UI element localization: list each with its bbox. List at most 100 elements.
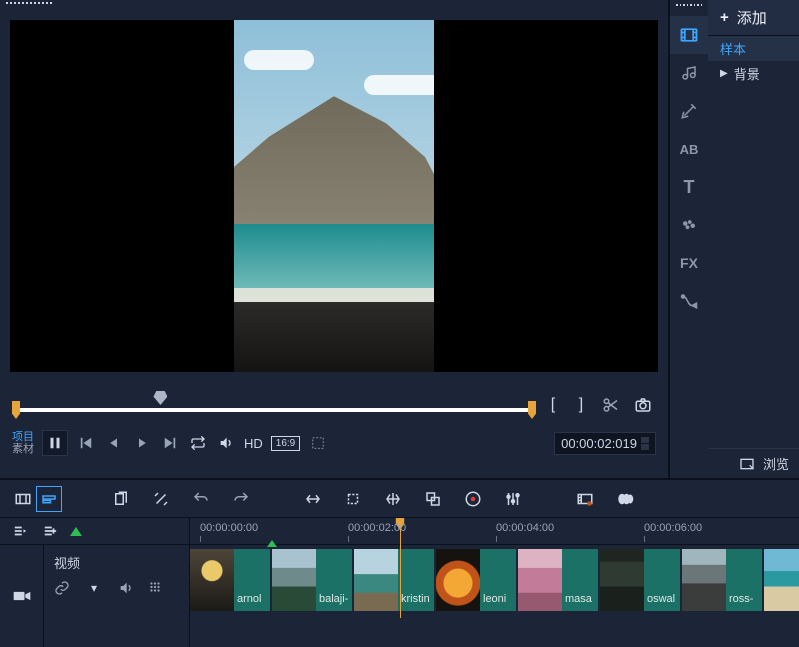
prev-frame-button[interactable] — [104, 433, 124, 453]
browse-label: 浏览 — [763, 454, 789, 473]
list-collapse-button[interactable] — [10, 523, 30, 539]
library-folder-label: 背景 — [734, 64, 760, 83]
clip-thumbnail — [518, 549, 562, 611]
video-track-header: 视频 ▾ — [44, 545, 190, 647]
scrub-playhead[interactable] — [153, 391, 167, 405]
storyboard-view-button[interactable] — [10, 486, 36, 512]
video-track-toggle[interactable] — [0, 545, 44, 647]
clip-label: balaji- — [316, 549, 352, 611]
volume-button[interactable] — [216, 433, 236, 453]
crop-button[interactable] — [340, 486, 366, 512]
timeline-view-button[interactable] — [36, 486, 62, 512]
timeline-toolbar — [0, 480, 799, 518]
clip-mode-label: 素材 — [12, 443, 34, 455]
clip-label: masa — [562, 549, 598, 611]
clip-thumbnail — [190, 549, 234, 611]
add-media-button[interactable]: + 添加 — [708, 0, 799, 36]
list-expand-button[interactable] — [40, 523, 60, 539]
timecode-display[interactable]: 00:00:02:019 — [554, 432, 656, 455]
media-library-tab[interactable] — [670, 16, 708, 54]
ruler-tick: 00:00:02:00 — [348, 522, 406, 534]
aspect-ratio-label[interactable]: 16:9 — [271, 436, 300, 451]
add-label: 添加 — [737, 7, 767, 28]
resize-handles-button[interactable] — [308, 433, 328, 453]
library-folder-label: 样本 — [720, 39, 746, 58]
fit-project-button[interactable] — [300, 486, 326, 512]
audio-tab[interactable] — [670, 54, 708, 92]
clip-thumbnail — [682, 549, 726, 611]
undo-button[interactable] — [188, 486, 214, 512]
timeline-clip[interactable]: masa — [518, 549, 598, 611]
fx-tab[interactable]: FX — [670, 244, 708, 282]
video-track-clips[interactable]: arnol balaji-kristin leoni masa oswal ross-tr… — [190, 545, 799, 647]
chapter-marker-button[interactable] — [572, 486, 598, 512]
clip-thumbnail — [272, 549, 316, 611]
timeline-clip[interactable]: ross- — [682, 549, 762, 611]
title-tab[interactable]: T — [670, 168, 708, 206]
quality-hd-label[interactable]: HD — [244, 436, 263, 451]
timeline-clip[interactable]: leoni — [436, 549, 516, 611]
ruler-tick: 00:00:00:00 — [200, 522, 258, 534]
effects-tab[interactable] — [670, 92, 708, 130]
timeline-clip[interactable]: trevo — [764, 549, 799, 611]
grip-icon[interactable] — [148, 580, 162, 596]
browse-button[interactable]: 浏览 — [708, 448, 799, 478]
go-end-button[interactable] — [160, 433, 180, 453]
split-clip-button[interactable] — [598, 392, 624, 418]
timeline-ruler[interactable]: 00:00:00:00 00:00:02:00 00:00:04:00 00:00:0… — [190, 518, 799, 544]
chevron-down-icon[interactable]: ▾ — [84, 580, 104, 596]
pan-zoom-button[interactable] — [380, 486, 406, 512]
scrub-track[interactable] — [12, 408, 536, 412]
loop-button[interactable] — [188, 433, 208, 453]
expand-arrow-icon: ▶ — [720, 68, 728, 79]
motion-path-tab[interactable] — [670, 282, 708, 320]
next-frame-button[interactable] — [132, 433, 152, 453]
timeline-clip[interactable]: balaji- — [272, 549, 352, 611]
clip-label: ross- — [726, 549, 762, 611]
timeline-clip[interactable]: oswal — [600, 549, 680, 611]
ruler-tick: 00:00:06:00 — [644, 522, 702, 534]
library-tab-strip: AB T FX — [670, 0, 708, 478]
clip-label: leoni — [480, 549, 516, 611]
clip-thumbnail — [600, 549, 644, 611]
copy-attributes-button[interactable] — [108, 486, 134, 512]
clip-thumbnail — [436, 549, 480, 611]
tools-menu-button[interactable] — [148, 486, 174, 512]
range-start-marker[interactable] — [267, 540, 277, 547]
drag-handle-right[interactable] — [670, 0, 708, 16]
redo-button[interactable] — [228, 486, 254, 512]
clip-thumbnail — [354, 549, 398, 611]
audio-mixer-button[interactable] — [500, 486, 526, 512]
timeline-clip[interactable]: kristin — [354, 549, 434, 611]
go-start-button[interactable] — [76, 433, 96, 453]
timecode-spinner[interactable] — [641, 437, 649, 450]
mute-track-icon[interactable] — [118, 580, 134, 596]
pause-button[interactable] — [42, 430, 68, 456]
zoom-indicator-icon[interactable] — [70, 527, 82, 536]
project-mode-label: 项目 — [12, 431, 34, 443]
clip-label: oswal — [644, 549, 680, 611]
overlay-tab[interactable] — [670, 206, 708, 244]
drag-handle-top[interactable] — [0, 0, 668, 12]
mark-in-button[interactable]: [ — [542, 393, 564, 417]
library-folder-samples[interactable]: 样本 — [708, 36, 799, 61]
track-manager-button[interactable] — [612, 486, 638, 512]
mark-out-button[interactable]: ] — [570, 393, 592, 417]
ruler-tick: 00:00:04:00 — [496, 522, 554, 534]
preview-pane: [ ] 项目 素材 — [0, 0, 668, 478]
plus-icon: + — [720, 9, 729, 26]
preview-viewport[interactable] — [10, 20, 658, 372]
library-panel: + 添加 样本 ▶ 背景 浏览 — [708, 0, 799, 478]
aspect-tool-button[interactable] — [420, 486, 446, 512]
snapshot-button[interactable] — [630, 392, 656, 418]
timecode-value: 00:00:02:019 — [561, 436, 637, 451]
record-button[interactable] — [460, 486, 486, 512]
timeline-clip[interactable]: arnol — [190, 549, 270, 611]
library-folder-backgrounds[interactable]: ▶ 背景 — [708, 61, 799, 86]
playback-mode-toggle[interactable]: 项目 素材 — [12, 431, 34, 455]
clip-label: kristin — [398, 549, 434, 611]
link-icon[interactable] — [54, 580, 70, 596]
clip-label: arnol — [234, 549, 270, 611]
subtitle-tab[interactable]: AB — [670, 130, 708, 168]
clip-thumbnail — [764, 549, 799, 611]
